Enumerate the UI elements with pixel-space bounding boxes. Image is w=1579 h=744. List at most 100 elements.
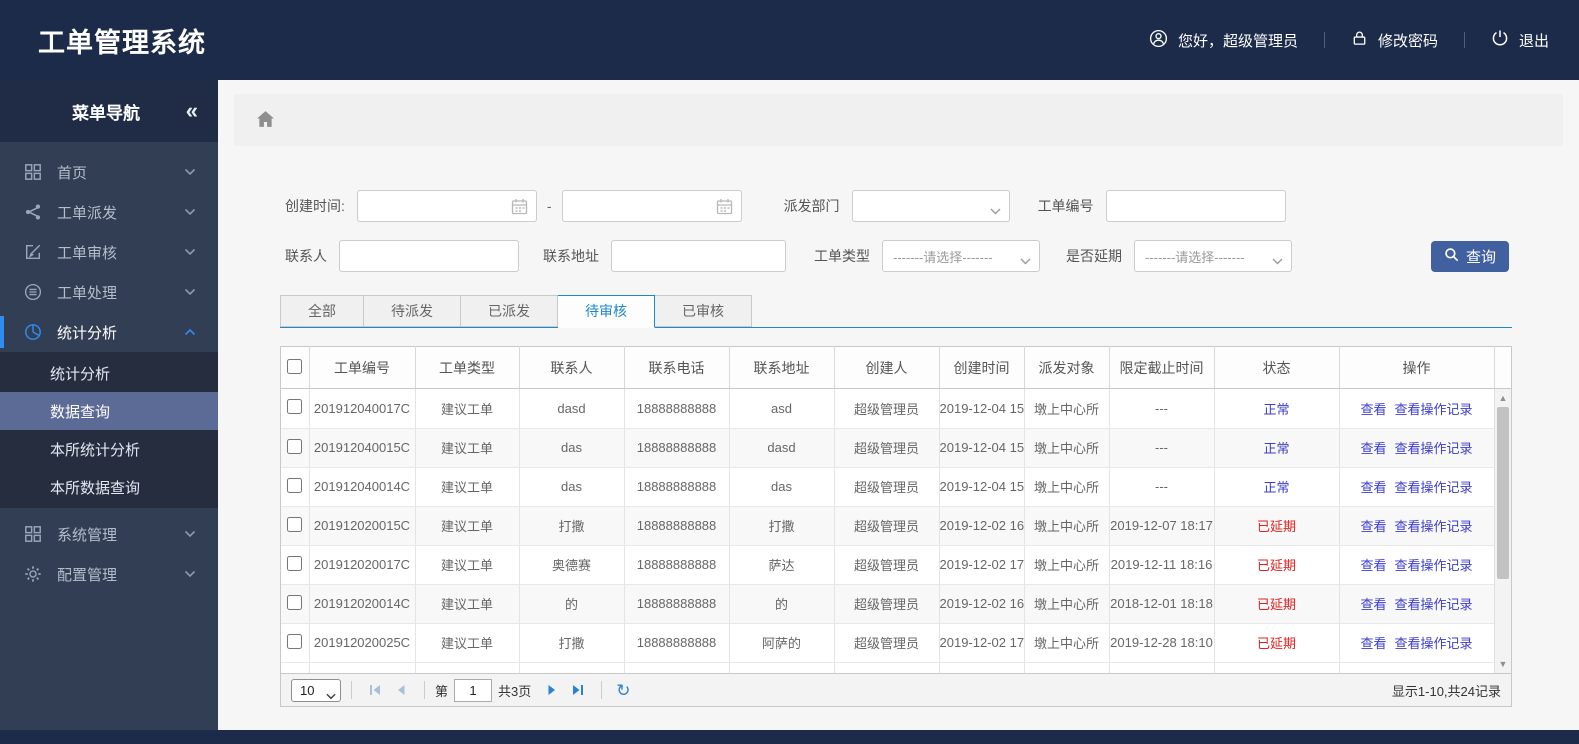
col-actions: 操作	[1339, 346, 1495, 389]
order-no-input[interactable]	[1105, 190, 1286, 222]
last-page-icon[interactable]	[571, 683, 585, 697]
sidebar-collapse-icon[interactable]: «	[186, 100, 198, 122]
change-password-button[interactable]: 修改密码	[1351, 29, 1438, 51]
calendar-icon[interactable]	[716, 198, 733, 218]
row-checkbox[interactable]	[287, 477, 303, 493]
view-link[interactable]: 查看	[1360, 480, 1386, 495]
view-link[interactable]: 查看	[1360, 597, 1386, 612]
row-checkbox[interactable]	[287, 399, 303, 415]
table-scrollbar[interactable]: ▲ ▼	[1494, 389, 1511, 673]
sidebar-item-dispatch[interactable]: 工单派发	[0, 192, 218, 232]
cell-creator: 超级管理员	[834, 467, 940, 507]
create-time-end-input[interactable]	[561, 190, 742, 222]
view-log-link[interactable]: 查看操作记录	[1395, 558, 1473, 573]
address-input[interactable]	[611, 240, 786, 272]
view-log-link[interactable]: 查看操作记录	[1395, 441, 1473, 456]
cell-order-type: 建议工单	[415, 584, 520, 624]
scroll-up-arrow[interactable]: ▲	[1495, 391, 1511, 405]
order-type-label: 工单类型	[814, 248, 870, 264]
view-link[interactable]: 查看	[1360, 441, 1386, 456]
sidebar-item-label: 首页	[57, 164, 88, 182]
logout-button[interactable]: 退出	[1491, 29, 1549, 51]
sidebar-item-system[interactable]: 系统管理	[0, 514, 218, 554]
submenu-item-data-query[interactable]: 数据查询	[0, 392, 218, 430]
chevron-down-icon	[184, 248, 196, 256]
home-icon[interactable]	[256, 110, 275, 131]
create-time-label: 创建时间:	[285, 198, 345, 214]
sidebar-menu: 首页 工单派发 工单审核 工单处理 统计分析 统计分析 数据查询 本所统计分析 …	[0, 152, 218, 594]
dispatch-dept-select[interactable]	[851, 190, 1010, 222]
search-button[interactable]: 查询	[1431, 240, 1509, 272]
sidebar-item-config[interactable]: 配置管理	[0, 554, 218, 594]
view-log-link[interactable]: 查看操作记录	[1395, 636, 1473, 651]
table-body: 201912040017C 建议工单 dasd 18888888888 asd 超级管理员…	[281, 389, 1511, 673]
order-no-label: 工单编号	[1037, 198, 1094, 214]
scroll-down-arrow[interactable]: ▼	[1495, 657, 1511, 671]
row-checkbox[interactable]	[287, 555, 303, 571]
contact-input[interactable]	[339, 240, 519, 272]
chevron-down-icon	[184, 208, 196, 216]
dispatch-dept-label: 派发部门	[783, 198, 840, 214]
cell-created-at: 2019-12-02 17	[939, 545, 1025, 585]
next-page-icon[interactable]	[545, 683, 559, 697]
select-all-checkbox[interactable]	[287, 358, 303, 374]
chevron-down-icon	[184, 570, 196, 578]
view-log-link[interactable]: 查看操作记录	[1395, 597, 1473, 612]
col-created-at: 创建时间	[939, 346, 1025, 389]
sidebar-item-home[interactable]: 首页	[0, 152, 218, 192]
prev-page-icon[interactable]	[394, 683, 408, 697]
row-checkbox[interactable]	[287, 516, 303, 532]
logout-label: 退出	[1518, 32, 1549, 50]
row-checkbox[interactable]	[287, 633, 303, 649]
total-pages-label: 共3页	[498, 683, 532, 699]
status-badge: 已延期	[1214, 623, 1340, 663]
view-link[interactable]: 查看	[1360, 402, 1386, 417]
order-type-select[interactable]: -------请选择-------	[882, 240, 1040, 272]
cell-dispatch-target: 墩上中心所	[1024, 506, 1110, 546]
submenu-item-local-data-query[interactable]: 本所数据查询	[0, 468, 218, 506]
cell-dispatch-target: 墩上中心所	[1024, 545, 1110, 585]
chevron-up-icon	[184, 328, 196, 336]
view-link[interactable]: 查看	[1360, 558, 1386, 573]
page-size-select[interactable]: 10	[291, 678, 341, 702]
tab-dispatched[interactable]: 已派发	[461, 295, 558, 327]
view-log-link[interactable]: 查看操作记录	[1395, 480, 1473, 495]
view-log-link[interactable]: 查看操作记录	[1395, 402, 1473, 417]
cell-creator: 超级管理员	[834, 389, 940, 429]
cell-address: das	[729, 467, 835, 507]
cell-deadline: 2019-12-11 18:16	[1109, 545, 1215, 585]
refresh-icon[interactable]: ↻	[616, 682, 630, 699]
sidebar-item-process[interactable]: 工单处理	[0, 272, 218, 312]
page-number-input[interactable]	[454, 678, 493, 702]
sidebar-item-statistics[interactable]: 统计分析	[0, 312, 218, 352]
row-checkbox[interactable]	[287, 438, 303, 454]
cell-deadline: ---	[1109, 389, 1215, 429]
create-time-start-input[interactable]	[356, 190, 537, 222]
app-title: 工单管理系统	[38, 27, 206, 58]
cell-deadline: 2018-12-01 18:18	[1109, 584, 1215, 624]
row-checkbox[interactable]	[287, 594, 303, 610]
cell-order-type: 建议工单	[415, 467, 520, 507]
delayed-select[interactable]: -------请选择-------	[1134, 240, 1292, 272]
user-greeting[interactable]: 您好，超级管理员	[1149, 29, 1298, 52]
tab-pending-dispatch[interactable]: 待派发	[364, 295, 461, 327]
cell-order-type: 建议工单	[415, 428, 520, 468]
status-badge: 已延期	[1214, 545, 1340, 585]
first-page-icon[interactable]	[368, 683, 382, 697]
table-row-partial	[281, 662, 1511, 673]
status-badge: 正常	[1214, 467, 1340, 507]
cell-phone: 18888888888	[624, 428, 730, 468]
calendar-icon[interactable]	[511, 198, 528, 218]
sidebar-item-label: 工单审核	[57, 244, 118, 262]
sidebar-item-review[interactable]: 工单审核	[0, 232, 218, 272]
tab-all[interactable]: 全部	[280, 295, 364, 327]
view-log-link[interactable]: 查看操作记录	[1395, 519, 1473, 534]
empty-cell	[1109, 662, 1215, 673]
submenu-item-local-statistics[interactable]: 本所统计分析	[0, 430, 218, 468]
view-link[interactable]: 查看	[1360, 519, 1386, 534]
scrollbar-thumb[interactable]	[1497, 407, 1509, 579]
tab-reviewed[interactable]: 已审核	[655, 295, 752, 327]
tab-pending-review[interactable]: 待审核	[558, 295, 655, 328]
view-link[interactable]: 查看	[1360, 636, 1386, 651]
submenu-item-statistics-analysis[interactable]: 统计分析	[0, 354, 218, 392]
